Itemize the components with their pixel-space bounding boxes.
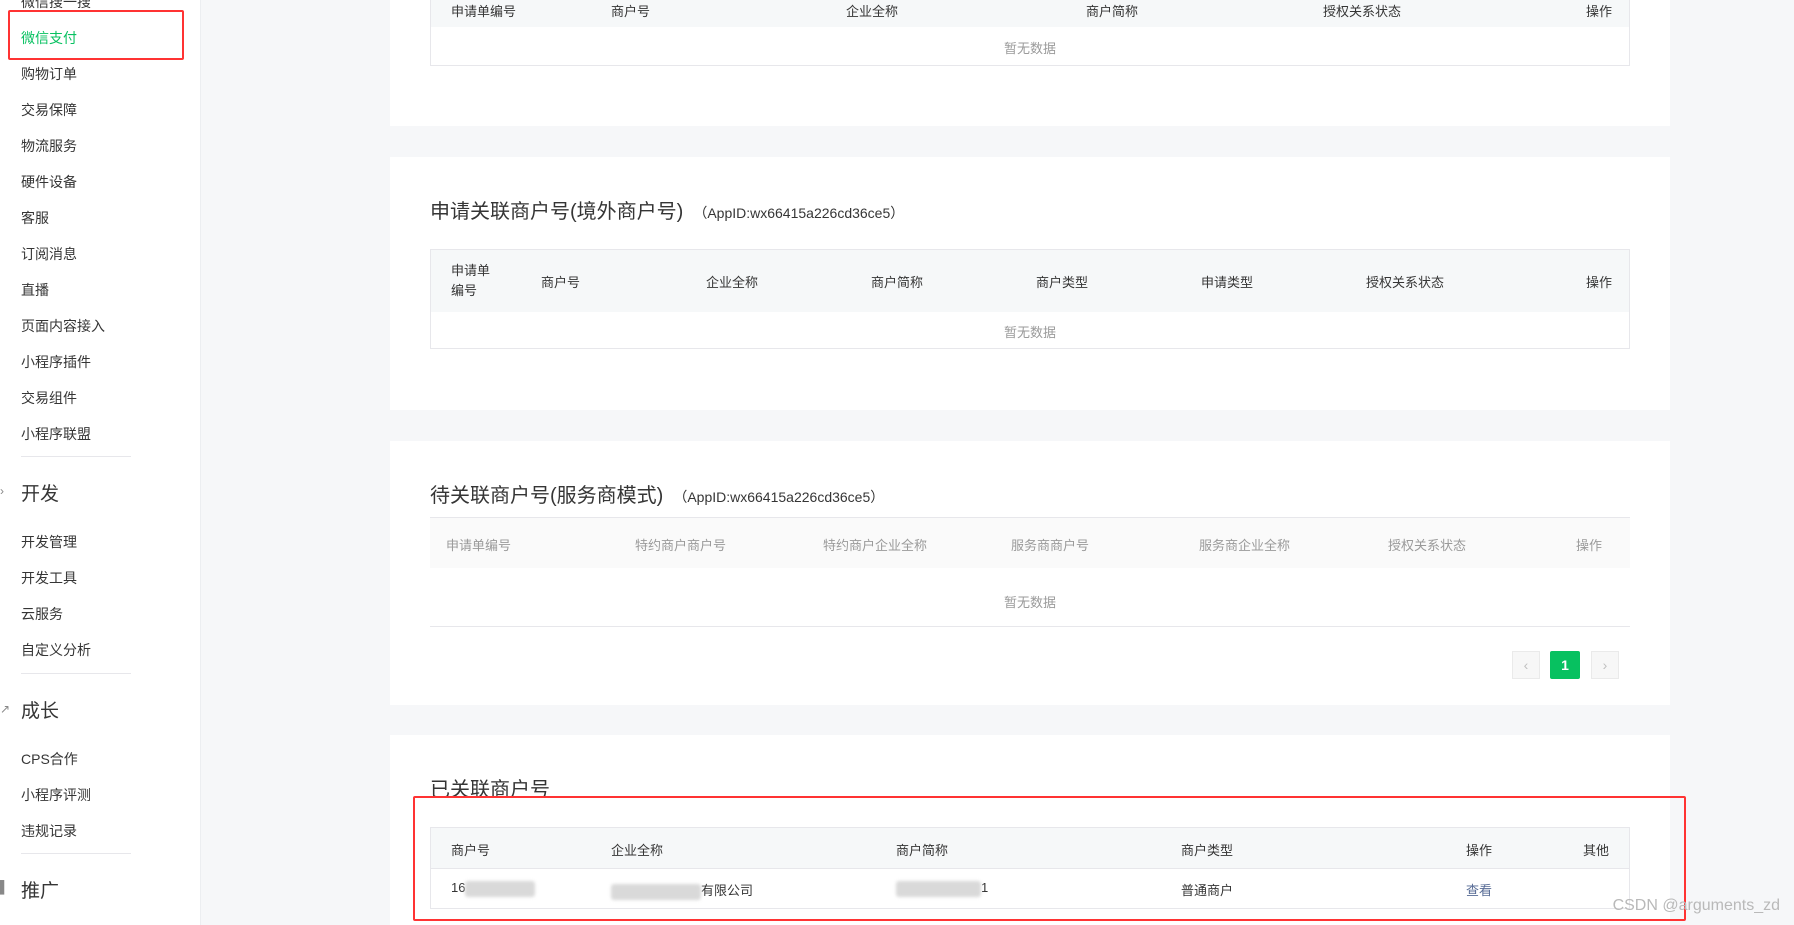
col-header: 申请单编号 — [451, 4, 517, 19]
col-header: 商户号 — [541, 275, 581, 290]
sidebar-item-cps[interactable]: CPS合作 — [21, 749, 78, 769]
section-title: 申请关联商户号(境外商户号) （AppID:wx66415a226cd36ce5） — [430, 195, 904, 224]
col-header: 特约商户商户号 — [635, 538, 727, 553]
card-service-provider: 待关联商户号(服务商模式) （AppID:wx66415a226cd36ce5） … — [390, 441, 1670, 705]
promo-icon: ▌ — [0, 880, 9, 894]
sidebar-item-orders[interactable]: 购物订单 — [21, 64, 77, 84]
card-overseas-merchant: 申请关联商户号(境外商户号) （AppID:wx66415a226cd36ce5）… — [390, 157, 1670, 410]
col-header: 服务商商户号 — [1011, 538, 1090, 553]
sidebar-item-dev-tools[interactable]: 开发工具 — [21, 568, 77, 588]
col-header: 企业全称 — [846, 4, 899, 19]
pager-prev-button[interactable]: ‹ — [1512, 651, 1540, 679]
section-title-text: 申请关联商户号(境外商户号) — [430, 201, 684, 223]
chevron-right-icon: › — [0, 484, 4, 498]
col-header: 申请单编号 — [446, 538, 512, 553]
sidebar-item-customer-service[interactable]: 客服 — [21, 208, 49, 228]
col-header: 商户类型 — [1036, 275, 1089, 290]
sidebar-item-union[interactable]: 小程序联盟 — [21, 424, 91, 444]
sidebar-item-plugins[interactable]: 小程序插件 — [21, 352, 91, 372]
overseas-table: 申请单编号 商户号 企业全称 商户简称 商户类型 申请类型 授权关系状态 操作 … — [430, 249, 1630, 349]
col-header: 申请类型 — [1201, 275, 1254, 290]
sidebar-item-subscribe-msg[interactable]: 订阅消息 — [21, 244, 77, 264]
table-header: 申请单编号 商户号 企业全称 商户简称 商户类型 申请类型 授权关系状态 操作 — [431, 250, 1629, 312]
highlight-box-linked-table — [413, 796, 1686, 921]
col-header: 操作 — [1576, 538, 1603, 553]
appid-label: （AppID:wx66415a226cd36ce5） — [673, 489, 885, 505]
col-header: 操作 — [1586, 275, 1613, 290]
col-header: 服务商企业全称 — [1199, 538, 1291, 553]
sidebar-item-page-content[interactable]: 页面内容接入 — [21, 316, 105, 336]
sidebar-item-custom-analysis[interactable]: 自定义分析 — [21, 640, 91, 660]
section-title-text: 待关联商户号(服务商模式) — [430, 485, 664, 507]
sidebar-item-evaluation[interactable]: 小程序评测 — [21, 785, 91, 805]
sidebar-divider — [21, 456, 131, 457]
col-header: 企业全称 — [706, 275, 759, 290]
sidebar-item-cloud[interactable]: 云服务 — [21, 604, 63, 624]
empty-text: 暂无数据 — [1003, 41, 1056, 56]
sidebar-item-violations[interactable]: 违规记录 — [21, 821, 77, 841]
appid-label: （AppID:wx66415a226cd36ce5） — [693, 205, 905, 221]
col-header: 授权关系状态 — [1366, 275, 1445, 290]
sidebar-group-promo[interactable]: 推广 — [21, 876, 59, 903]
col-header: 申请单编号 — [451, 263, 491, 298]
sidebar-item-dev-manage[interactable]: 开发管理 — [21, 532, 77, 552]
watermark: CSDN @arguments_zd — [1612, 897, 1780, 914]
pager-page-1[interactable]: 1 — [1550, 651, 1580, 679]
sidebar-group-dev[interactable]: 开发 — [21, 479, 59, 506]
col-header: 特约商户企业全称 — [823, 538, 928, 553]
pager-next-button[interactable]: › — [1591, 651, 1619, 679]
highlight-box-sidebar — [8, 10, 184, 60]
sidebar-item-hardware[interactable]: 硬件设备 — [21, 172, 77, 192]
empty-text: 暂无数据 — [1003, 595, 1056, 610]
sidebar-group-growth[interactable]: 成长 — [21, 696, 59, 723]
col-header: 商户简称 — [1086, 4, 1139, 19]
sidebar: 微信搜一搜 微信支付 购物订单 交易保障 物流服务 硬件设备 客服 订阅消息 直… — [0, 0, 201, 925]
empty-text: 暂无数据 — [1003, 325, 1056, 340]
sidebar-item-trade-guarantee[interactable]: 交易保障 — [21, 100, 77, 120]
sidebar-item-logistics[interactable]: 物流服务 — [21, 136, 77, 156]
sidebar-item-live[interactable]: 直播 — [21, 280, 49, 300]
col-header: 授权关系状态 — [1323, 4, 1402, 19]
sidebar-divider — [21, 673, 131, 674]
applications-table: 申请单编号 商户号 企业全称 商户简称 授权关系状态 操作 暂无数据 — [430, 0, 1630, 66]
growth-icon: ↗ — [0, 702, 11, 716]
service-provider-table: 申请单编号 特约商户商户号 特约商户企业全称 服务商商户号 服务商企业全称 授权… — [430, 517, 1630, 627]
sidebar-item-trade-components[interactable]: 交易组件 — [21, 388, 77, 408]
card-applications: 申请单编号 商户号 企业全称 商户简称 授权关系状态 操作 暂无数据 — [390, 0, 1670, 126]
section-title: 待关联商户号(服务商模式) （AppID:wx66415a226cd36ce5） — [430, 479, 884, 508]
table-header: 申请单编号 商户号 企业全称 商户简称 授权关系状态 操作 — [431, 0, 1629, 27]
col-header: 商户号 — [611, 4, 651, 19]
col-header: 授权关系状态 — [1388, 538, 1467, 553]
col-header: 操作 — [1586, 4, 1613, 19]
col-header: 商户简称 — [871, 275, 924, 290]
table-header: 申请单编号 特约商户商户号 特约商户企业全称 服务商商户号 服务商企业全称 授权… — [430, 518, 1630, 568]
sidebar-divider — [21, 853, 131, 854]
